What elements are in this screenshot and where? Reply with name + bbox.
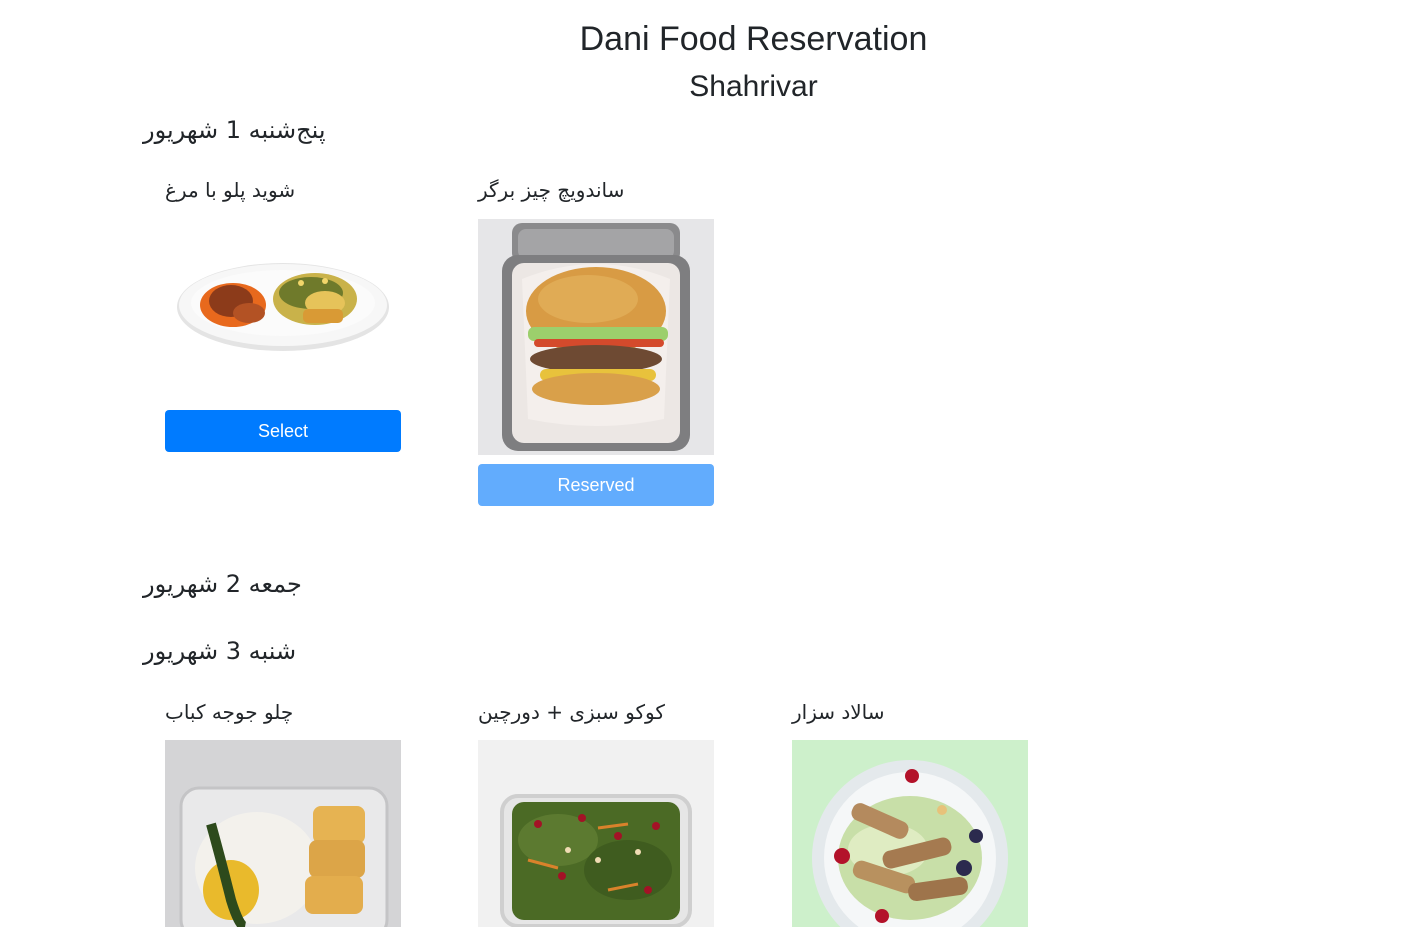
food-name: ساندویچ چیز برگر	[478, 178, 625, 202]
food-name: سالاد سزار	[792, 700, 885, 724]
day-heading-1: پنج‌شنبه 1 شهریور	[143, 116, 326, 144]
month-subtitle: Shahrivar	[689, 70, 818, 103]
food-name: چلو جوجه کباب	[165, 700, 294, 724]
cheeseburger-box-image	[478, 219, 714, 455]
chicken-kebab-rice-image	[165, 740, 401, 927]
day-heading-3: شنبه 3 شهریور	[143, 637, 297, 665]
kuku-sabzi-tray-image	[478, 740, 714, 927]
page-title: Dani Food Reservation	[579, 20, 928, 58]
caesar-salad-bowl-image	[792, 740, 1028, 927]
food-name: کوکو سبزی + دورچین	[478, 700, 665, 724]
select-button[interactable]: Select	[165, 410, 401, 452]
food-name: شوید پلو با مرغ	[165, 178, 296, 202]
reserved-button[interactable]: Reserved	[478, 464, 714, 506]
day-heading-2: جمعه 2 شهریور	[143, 570, 302, 598]
